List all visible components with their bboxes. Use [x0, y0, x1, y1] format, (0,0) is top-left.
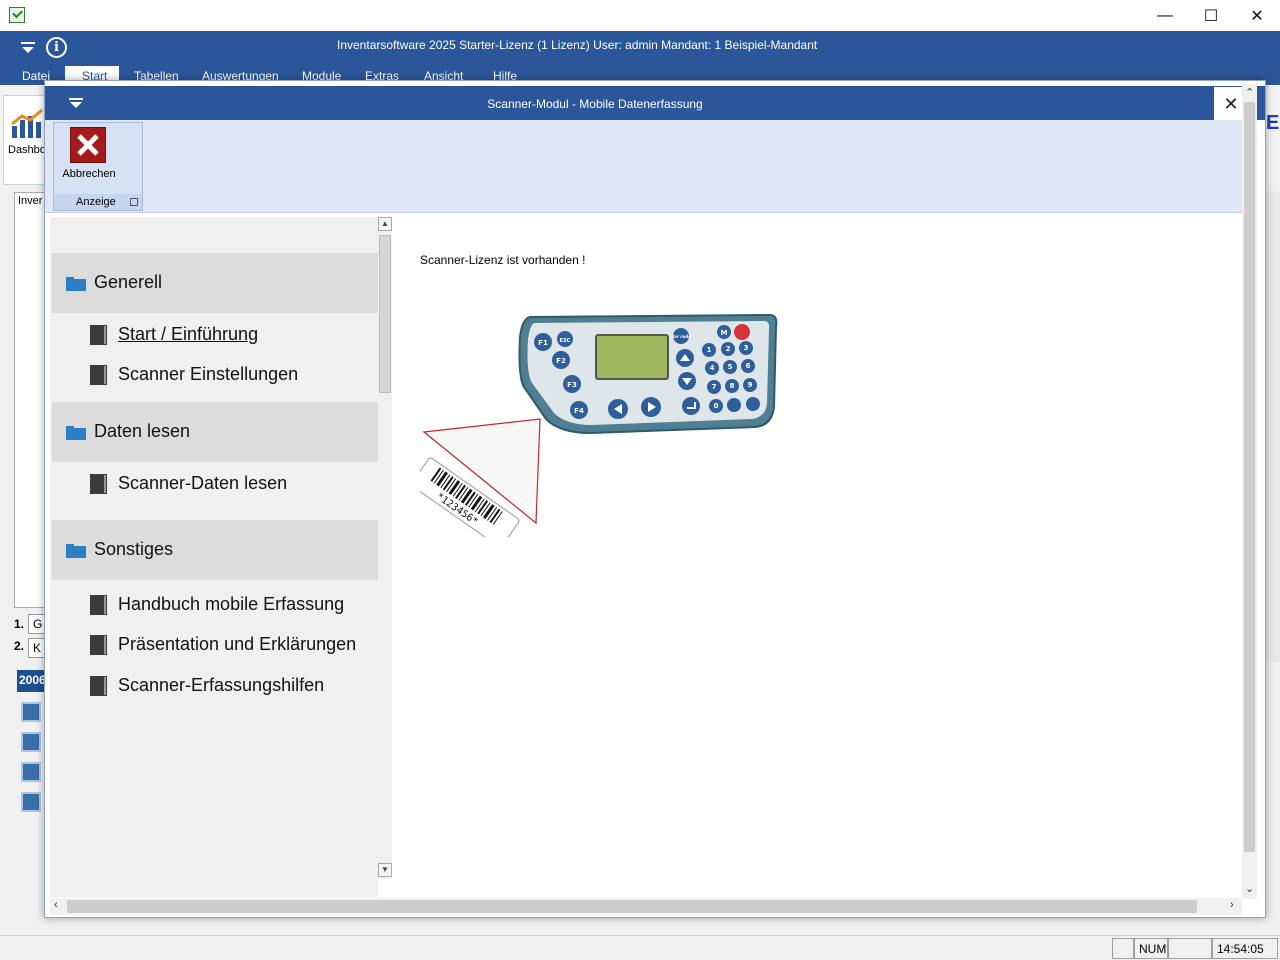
- scroll-up-arrow-icon[interactable]: ⌃: [1245, 86, 1254, 99]
- key-1: 1: [707, 346, 712, 354]
- key-f4: F4: [574, 407, 584, 415]
- window-title: Inventarsoftware 2025 Starter-Lizenz (1 …: [337, 38, 818, 52]
- group-launcher-icon[interactable]: [130, 198, 138, 206]
- nav-section-label: Daten lesen: [94, 421, 191, 441]
- license-status-text: Scanner-Lizenz ist vorhanden !: [420, 253, 586, 267]
- dashboard-label: Dashbo: [8, 144, 46, 156]
- book-icon: [90, 595, 107, 615]
- nav-item-label: Scanner-Daten lesen: [118, 473, 288, 493]
- year-header: 2006: [17, 670, 47, 692]
- quick-access-dropdown-icon[interactable]: [20, 41, 36, 55]
- group-label-anzeige: Anzeige: [54, 194, 142, 210]
- key-f2: F2: [556, 357, 566, 365]
- scroll-left-arrow-icon[interactable]: ‹: [54, 899, 58, 911]
- nav-section-label: Sonstiges: [94, 539, 174, 559]
- key-m: M: [721, 329, 728, 337]
- folder-icon: [66, 544, 86, 558]
- info-icon[interactable]: i: [46, 37, 67, 58]
- scroll-down-arrow-icon[interactable]: ⌄: [1245, 882, 1254, 895]
- statusbar: NUM 14:54:05: [0, 935, 1280, 960]
- key-f3: F3: [567, 381, 577, 389]
- dialog-titlebar: Scanner-Modul - Mobile Datenerfassung ✕: [45, 86, 1265, 121]
- key-6: 6: [746, 362, 751, 370]
- record-icon[interactable]: [21, 762, 41, 782]
- dialog-vertical-scrollbar[interactable]: ⌃ ⌄: [1242, 84, 1257, 899]
- ribbon-group-anzeige: Abbrechen Anzeige: [53, 122, 143, 211]
- nav-item-label: Präsentation und Erklärungen: [118, 634, 357, 654]
- background-scrollbar: [1265, 192, 1280, 662]
- key-8: 8: [730, 382, 735, 390]
- scroll-down-button[interactable]: ▼: [378, 863, 392, 877]
- key-5: 5: [728, 363, 733, 371]
- nav-section-label: Generell: [94, 272, 163, 292]
- record-icon[interactable]: [21, 732, 41, 752]
- abbrechen-label: Abbrechen: [62, 168, 116, 180]
- key-barcode: Bar code: [671, 334, 691, 339]
- key-9: 9: [748, 381, 753, 389]
- background-tree: Inver: [14, 192, 46, 608]
- nav-section-sonstiges[interactable]: Sonstiges: [52, 520, 378, 580]
- close-button[interactable]: ✕: [1234, 0, 1280, 31]
- nav-item-label: Scanner Einstellungen: [118, 364, 299, 384]
- status-num: NUM: [1134, 938, 1168, 959]
- maximize-button[interactable]: ☐: [1188, 0, 1234, 31]
- scroll-up-button[interactable]: ▲: [378, 217, 392, 231]
- scanner-module-dialog: Scanner-Modul - Mobile Datenerfassung ✕ …: [44, 80, 1266, 918]
- nav-section-daten-lesen[interactable]: Daten lesen: [52, 402, 378, 462]
- book-icon: [90, 635, 107, 655]
- scroll-thumb[interactable]: [1244, 102, 1255, 852]
- folder-icon: [66, 277, 86, 291]
- status-time: 14:54:05: [1212, 938, 1278, 959]
- key-esc: ESC: [560, 338, 571, 344]
- book-icon: [90, 676, 107, 696]
- abbrechen-button[interactable]: Abbrechen: [54, 123, 142, 193]
- record-icon[interactable]: [21, 792, 41, 812]
- scroll-thumb[interactable]: [379, 235, 391, 393]
- nav-scrollbar[interactable]: ▲ ▼: [378, 217, 392, 879]
- background-letter: E: [1266, 112, 1280, 134]
- row-number-1: 1.: [14, 617, 25, 631]
- app-header: i Inventarsoftware 2025 Starter-Lizenz (…: [0, 31, 1280, 85]
- key-f1: F1: [538, 339, 548, 347]
- book-icon: [90, 474, 107, 494]
- nav-item-label: Scanner-Erfassungshilfen: [118, 675, 325, 695]
- nav-item-label: Handbuch mobile Erfassung: [118, 594, 345, 614]
- status-cell-empty: [1168, 938, 1212, 959]
- book-icon: [90, 365, 107, 385]
- dialog-title: Scanner-Modul - Mobile Datenerfassung: [487, 97, 703, 111]
- app-icon: [9, 7, 25, 23]
- outer-titlebar: — ☐ ✕: [0, 0, 1280, 31]
- dialog-ribbon: Abbrechen Anzeige: [45, 120, 1242, 213]
- content-area: Scanner-Lizenz ist vorhanden ! *123456*: [392, 217, 1242, 897]
- scanner-device-illustration: *123456* F1 ESC F2 F3 F4 Bar code M 1 2 …: [420, 313, 778, 537]
- cancel-x-icon: [70, 127, 106, 163]
- row-number-2: 2.: [14, 639, 25, 653]
- key-3: 3: [744, 344, 749, 352]
- key-0: 0: [714, 402, 719, 410]
- dialog-horizontal-scrollbar[interactable]: ‹ ›: [50, 898, 1242, 915]
- key-7: 7: [712, 383, 717, 391]
- navigation-panel: Generell Start / Einführung Scanner Eins…: [50, 217, 378, 897]
- dashboard-chart-icon: [11, 108, 43, 138]
- key-2: 2: [726, 345, 731, 353]
- tree-header: Inver: [18, 195, 43, 207]
- nav-section-generell[interactable]: Generell: [52, 253, 378, 313]
- scroll-thumb[interactable]: [67, 900, 1197, 913]
- status-cell-empty: [1112, 938, 1134, 959]
- folder-icon: [66, 426, 86, 440]
- book-icon: [90, 325, 107, 345]
- record-icon[interactable]: [21, 702, 41, 722]
- nav-item-label: Start / Einführung: [118, 324, 259, 344]
- key-4: 4: [710, 364, 715, 372]
- dashboard-button[interactable]: Dashbo: [3, 95, 47, 185]
- minimize-button[interactable]: —: [1142, 0, 1188, 31]
- scroll-right-arrow-icon[interactable]: ›: [1230, 899, 1234, 911]
